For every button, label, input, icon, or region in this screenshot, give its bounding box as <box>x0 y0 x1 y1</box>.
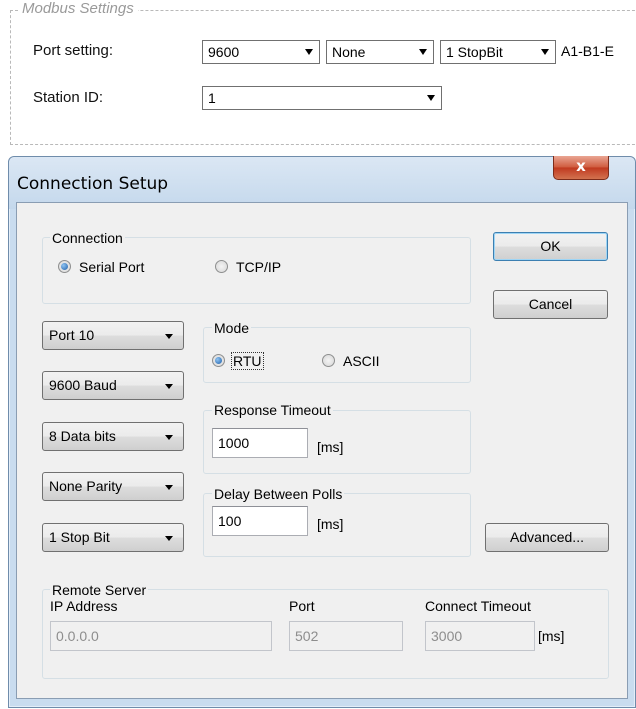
delay-polls-value: 100 <box>218 513 242 529</box>
port-setting-label: Port setting: <box>33 42 114 59</box>
response-timeout-unit: [ms] <box>317 439 344 455</box>
rtu-label[interactable]: RTU <box>231 352 264 370</box>
remote-port-label: Port <box>289 598 315 614</box>
dialog-title: Connection Setup <box>17 174 169 194</box>
chevron-down-icon <box>305 49 313 55</box>
advanced-button[interactable]: Advanced... <box>485 523 609 552</box>
close-button[interactable]: x <box>553 156 609 180</box>
delay-polls-legend: Delay Between Polls <box>212 486 345 502</box>
cancel-button-label: Cancel <box>528 296 573 312</box>
connection-setup-dialog: Connection Setup x Connection Serial Por… <box>8 156 636 708</box>
response-timeout-value: 1000 <box>218 435 250 451</box>
chevron-down-icon <box>165 536 173 541</box>
baud-rate-select[interactable]: 9600 Baud <box>42 371 184 400</box>
ip-address-value: 0.0.0.0 <box>56 628 99 644</box>
parity-select-value: None <box>332 44 366 60</box>
ip-address-label: IP Address <box>50 598 118 614</box>
chevron-down-icon <box>165 334 173 339</box>
ip-address-input[interactable]: 0.0.0.0 <box>50 621 272 651</box>
data-bits-select[interactable]: 8 Data bits <box>42 422 184 451</box>
chevron-down-icon <box>165 384 173 389</box>
ascii-radio[interactable] <box>322 354 335 367</box>
stopbit-select-value: 1 StopBit <box>446 44 503 60</box>
chevron-down-icon <box>541 49 549 55</box>
ascii-label[interactable]: ASCII <box>343 353 380 369</box>
connect-timeout-value: 3000 <box>431 628 463 644</box>
chevron-down-icon <box>165 485 173 490</box>
modbus-settings-panel <box>10 10 636 145</box>
station-id-value: 1 <box>208 90 216 106</box>
remote-port-value: 502 <box>295 628 319 644</box>
dialog-client-area: Connection Serial Port TCP/IP OK Cancel … <box>16 202 628 699</box>
connect-timeout-label: Connect Timeout <box>425 598 531 614</box>
mode-legend: Mode <box>212 320 252 336</box>
connect-timeout-unit: [ms] <box>538 628 565 644</box>
remote-port-input[interactable]: 502 <box>289 621 403 651</box>
parity-select[interactable]: None Parity <box>42 472 184 501</box>
response-timeout-legend: Response Timeout <box>212 402 333 418</box>
parity-value: None Parity <box>49 478 123 494</box>
delay-polls-unit: [ms] <box>317 516 344 532</box>
chevron-down-icon <box>165 435 173 440</box>
baud-select-value: 9600 <box>208 44 240 60</box>
remote-server-legend: Remote Server <box>50 582 149 598</box>
baud-rate-value: 9600 Baud <box>49 377 117 393</box>
chevron-down-icon <box>427 95 435 101</box>
serial-port-label[interactable]: Serial Port <box>79 259 144 275</box>
data-bits-value: 8 Data bits <box>49 428 116 444</box>
modbus-settings-legend: Modbus Settings <box>18 0 138 18</box>
serial-port-radio[interactable] <box>58 260 71 273</box>
advanced-button-label: Advanced... <box>510 529 584 545</box>
format-code-text: A1-B1-E <box>561 43 614 59</box>
chevron-down-icon <box>419 49 427 55</box>
baud-select[interactable]: 9600 <box>202 40 320 64</box>
ok-button-label: OK <box>540 238 561 254</box>
stop-bits-value: 1 Stop Bit <box>49 529 110 545</box>
stopbit-select[interactable]: 1 StopBit <box>440 40 556 64</box>
port-select-value: Port 10 <box>49 327 95 343</box>
tcpip-radio[interactable] <box>215 260 228 273</box>
tcpip-label[interactable]: TCP/IP <box>236 259 281 275</box>
delay-polls-input[interactable]: 100 <box>212 506 308 536</box>
rtu-radio[interactable] <box>212 354 225 367</box>
ok-button[interactable]: OK <box>493 232 608 261</box>
response-timeout-input[interactable]: 1000 <box>212 428 308 458</box>
station-id-select[interactable]: 1 <box>202 86 442 110</box>
cancel-button[interactable]: Cancel <box>493 290 608 319</box>
stop-bits-select[interactable]: 1 Stop Bit <box>42 523 184 552</box>
port-select[interactable]: Port 10 <box>42 321 184 350</box>
connect-timeout-input[interactable]: 3000 <box>425 621 535 651</box>
close-icon: x <box>576 157 586 175</box>
station-id-label: Station ID: <box>33 89 104 106</box>
connection-legend: Connection <box>50 230 125 246</box>
parity-select[interactable]: None <box>326 40 434 64</box>
